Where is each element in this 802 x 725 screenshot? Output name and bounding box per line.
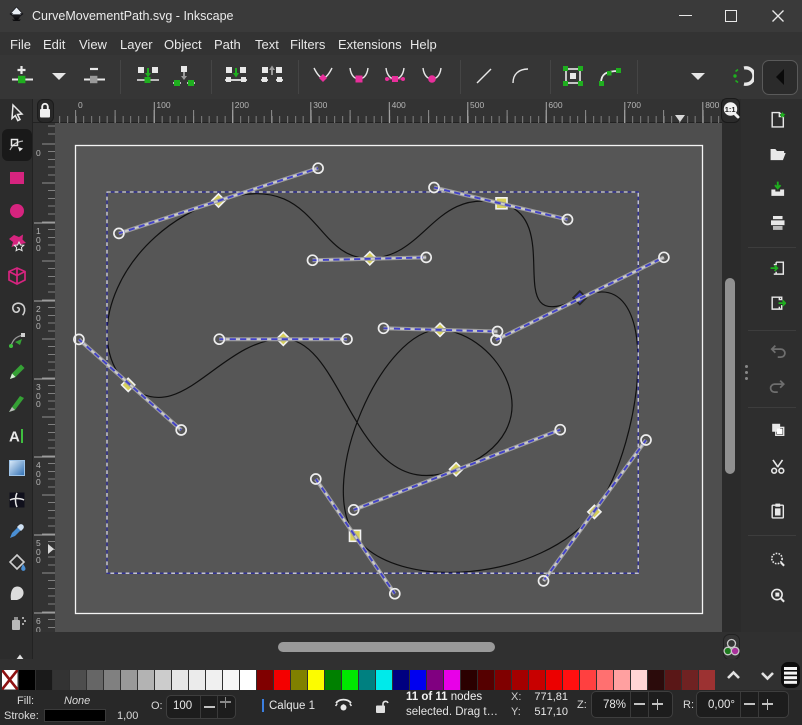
svg-text:A: A: [9, 429, 20, 446]
svg-text:1:1: 1:1: [725, 105, 736, 114]
